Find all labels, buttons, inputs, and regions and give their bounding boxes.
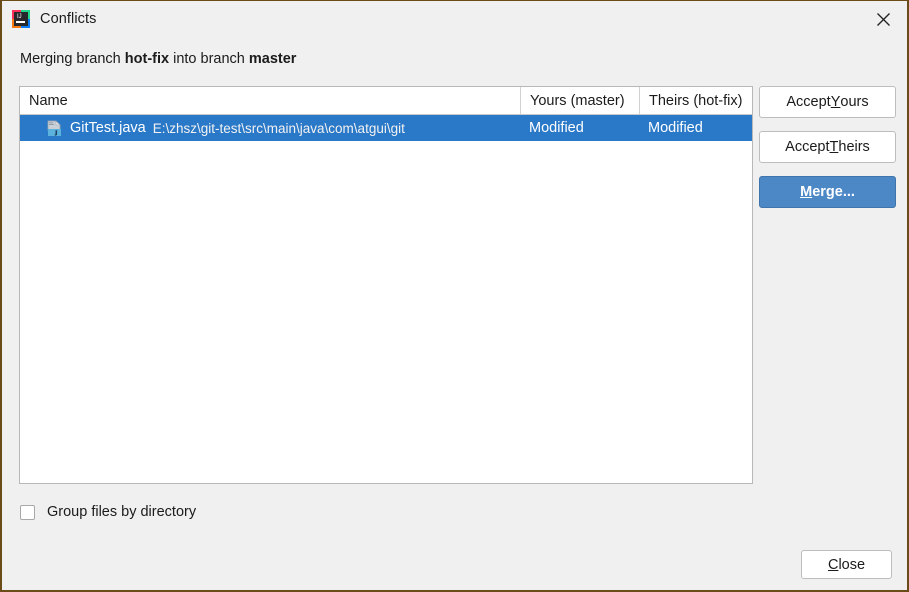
merge-mnemonic: M <box>800 184 813 200</box>
group-files-by-directory-label: Group files by directory <box>47 504 197 520</box>
close-button[interactable]: Close <box>801 550 892 579</box>
window-title: Conflicts <box>40 11 97 27</box>
source-branch-name: hot-fix <box>124 51 170 67</box>
cell-theirs-status: Modified <box>648 120 703 136</box>
accept-theirs-mnemonic: T <box>829 139 839 155</box>
column-header-theirs[interactable]: Theirs (hot-fix) <box>639 87 752 114</box>
table-body: GitTest.java E:\zhsz\git-test\src\main\j… <box>20 115 752 141</box>
accept-theirs-pre: Accept <box>785 139 830 155</box>
file-path: E:\zhsz\git-test\src\main\java\com\atgui… <box>152 120 405 136</box>
title-bar: IJ Conflicts <box>2 1 907 37</box>
merge-post: erge... <box>812 184 855 200</box>
intellij-idea-icon: IJ <box>12 10 30 28</box>
close-icon[interactable] <box>859 1 907 37</box>
close-mnemonic: C <box>827 556 839 573</box>
group-files-by-directory-checkbox[interactable]: Group files by directory <box>20 504 196 520</box>
column-header-yours[interactable]: Yours (master) <box>520 87 639 114</box>
cell-yours-status: Modified <box>529 120 584 136</box>
merge-description-prefix: Merging branch <box>20 51 125 67</box>
close-post: lose <box>838 556 866 573</box>
accept-theirs-button[interactable]: Accept Theirs <box>759 131 896 163</box>
accept-theirs-post: heirs <box>838 139 870 155</box>
checkbox-box-icon[interactable] <box>20 504 35 520</box>
merge-description: Merging branch hot-fix into branch maste… <box>20 51 296 67</box>
action-button-group: Accept Yours Accept Theirs Merge... <box>759 86 896 208</box>
file-name: GitTest.java <box>70 120 146 136</box>
target-branch-name: master <box>248 51 297 67</box>
merge-button[interactable]: Merge... <box>759 176 896 208</box>
table-header-row: Name Yours (master) Theirs (hot-fix) <box>20 87 752 115</box>
column-header-name[interactable]: Name <box>20 87 520 114</box>
accept-yours-button[interactable]: Accept Yours <box>759 86 896 118</box>
conflicts-dialog: IJ Conflicts Merging branch hot-fix into… <box>0 0 909 592</box>
accept-yours-mnemonic: Y <box>830 94 841 110</box>
cell-name: GitTest.java E:\zhsz\git-test\src\main\j… <box>20 119 520 137</box>
merge-description-middle: into branch <box>169 51 249 67</box>
title-bar-left: IJ Conflicts <box>12 1 97 37</box>
java-file-icon <box>46 119 63 137</box>
accept-yours-pre: Accept <box>786 94 831 110</box>
table-row[interactable]: GitTest.java E:\zhsz\git-test\src\main\j… <box>20 115 752 141</box>
accept-yours-post: ours <box>840 94 869 110</box>
svg-text:IJ: IJ <box>17 14 22 20</box>
conflicts-table[interactable]: Name Yours (master) Theirs (hot-fix) Git… <box>19 86 753 484</box>
